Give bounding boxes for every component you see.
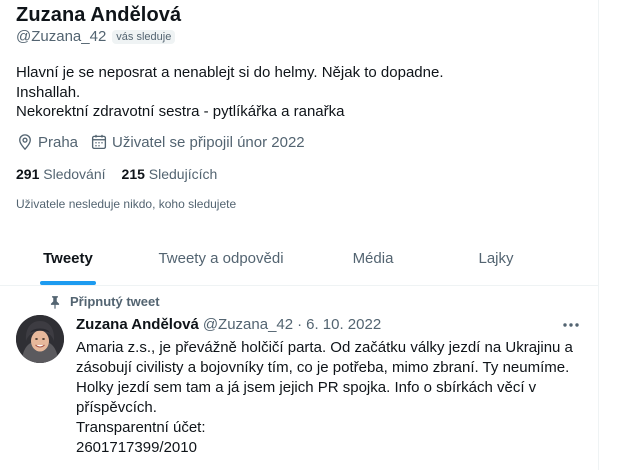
following-count: 291 xyxy=(16,166,40,182)
avatar-image xyxy=(16,315,64,363)
not-followed-note: Uživatele nesleduje nikdo, koho sledujet… xyxy=(16,197,237,211)
followers-count: 215 xyxy=(121,166,145,182)
tab-tweets-and-replies[interactable]: Tweety a odpovědi xyxy=(136,232,306,285)
tweet-author-handle[interactable]: @Zuzana_42 xyxy=(203,316,293,333)
tweet-text-line: 2601717399/2010 xyxy=(76,439,197,456)
active-tab-indicator xyxy=(40,281,96,285)
location-text: Praha xyxy=(38,133,79,151)
avatar[interactable] xyxy=(16,315,64,363)
joined-text: Uživatel se připojil únor 2022 xyxy=(112,133,305,151)
following-link[interactable]: 291 Sledování xyxy=(16,166,106,182)
profile-name: Zuzana Andělová xyxy=(16,4,182,26)
follows-you-badge: vás sleduje xyxy=(112,29,176,44)
joined-date: Uživatel se připojil únor 2022 xyxy=(90,133,305,151)
profile-tabs: Tweety Tweety a odpovědi Média Lajky xyxy=(0,232,598,286)
bio-line: Hlavní je se neposrat a nenablejt si do … xyxy=(16,64,444,81)
followers-link[interactable]: 215 Sledujících xyxy=(122,166,218,182)
tweet-text-line: Amaria z.s., je převážně holčičí parta. … xyxy=(76,339,573,356)
handle-row: @Zuzana_42 vás sleduje xyxy=(16,28,176,45)
tweet-text-line: Transparentní účet: xyxy=(76,419,206,436)
tweet-author-name[interactable]: Zuzana Andělová xyxy=(76,316,199,333)
tweet-text-line: zásobují civilisty a bojovníky tím, co j… xyxy=(76,359,570,376)
tweet-text-line: Holky jezdí sem tam a já jsem jejich PR … xyxy=(76,379,537,396)
follow-stats: 291 Sledování 215 Sledujících xyxy=(16,166,233,182)
profile-handle: @Zuzana_42 xyxy=(16,28,107,45)
pinned-tweet[interactable]: Připnutý tweet Zuzana Andělová @Zuzana_4… xyxy=(0,286,598,470)
tweet-text: Amaria z.s., je převážně holčičí parta. … xyxy=(76,338,586,458)
tweet-text-line: příspěvcích. xyxy=(76,399,157,416)
tab-label: Lajky xyxy=(478,250,514,267)
tab-label: Tweety a odpovědi xyxy=(158,250,284,267)
pinned-indicator: Připnutý tweet xyxy=(48,294,160,309)
tab-tweets[interactable]: Tweety xyxy=(0,232,136,285)
tweet-date[interactable]: 6. 10. 2022 xyxy=(306,316,381,333)
bio-line: Inshallah. xyxy=(16,83,81,101)
profile-page: Zuzana Andělová @Zuzana_42 vás sleduje H… xyxy=(0,0,620,470)
profile-bio: Hlavní je se neposrat a nenablejt si do … xyxy=(16,63,444,122)
tab-media[interactable]: Média xyxy=(306,232,440,285)
bio-line: Nekorektní zdravotní sestra - pytlíkářka… xyxy=(16,103,345,120)
tab-label: Média xyxy=(352,250,394,267)
followers-label: Sledujících xyxy=(148,166,218,182)
tweet-header: Zuzana Andělová @Zuzana_42 · 6. 10. 2022 xyxy=(76,316,381,333)
header-separator: · xyxy=(297,316,303,333)
profile-meta: Praha Uživatel se připojil únor 2022 xyxy=(16,133,317,151)
pin-icon xyxy=(50,295,60,309)
more-dots-icon xyxy=(563,323,579,327)
column-divider xyxy=(598,0,599,470)
tab-likes[interactable]: Lajky xyxy=(440,232,552,285)
pinned-label: Připnutý tweet xyxy=(70,294,160,309)
tab-label: Tweety xyxy=(43,250,93,267)
location: Praha xyxy=(16,133,78,151)
location-pin-icon xyxy=(19,134,31,151)
more-options-button[interactable] xyxy=(556,314,586,336)
calendar-icon xyxy=(91,134,107,150)
following-label: Sledování xyxy=(43,166,106,182)
